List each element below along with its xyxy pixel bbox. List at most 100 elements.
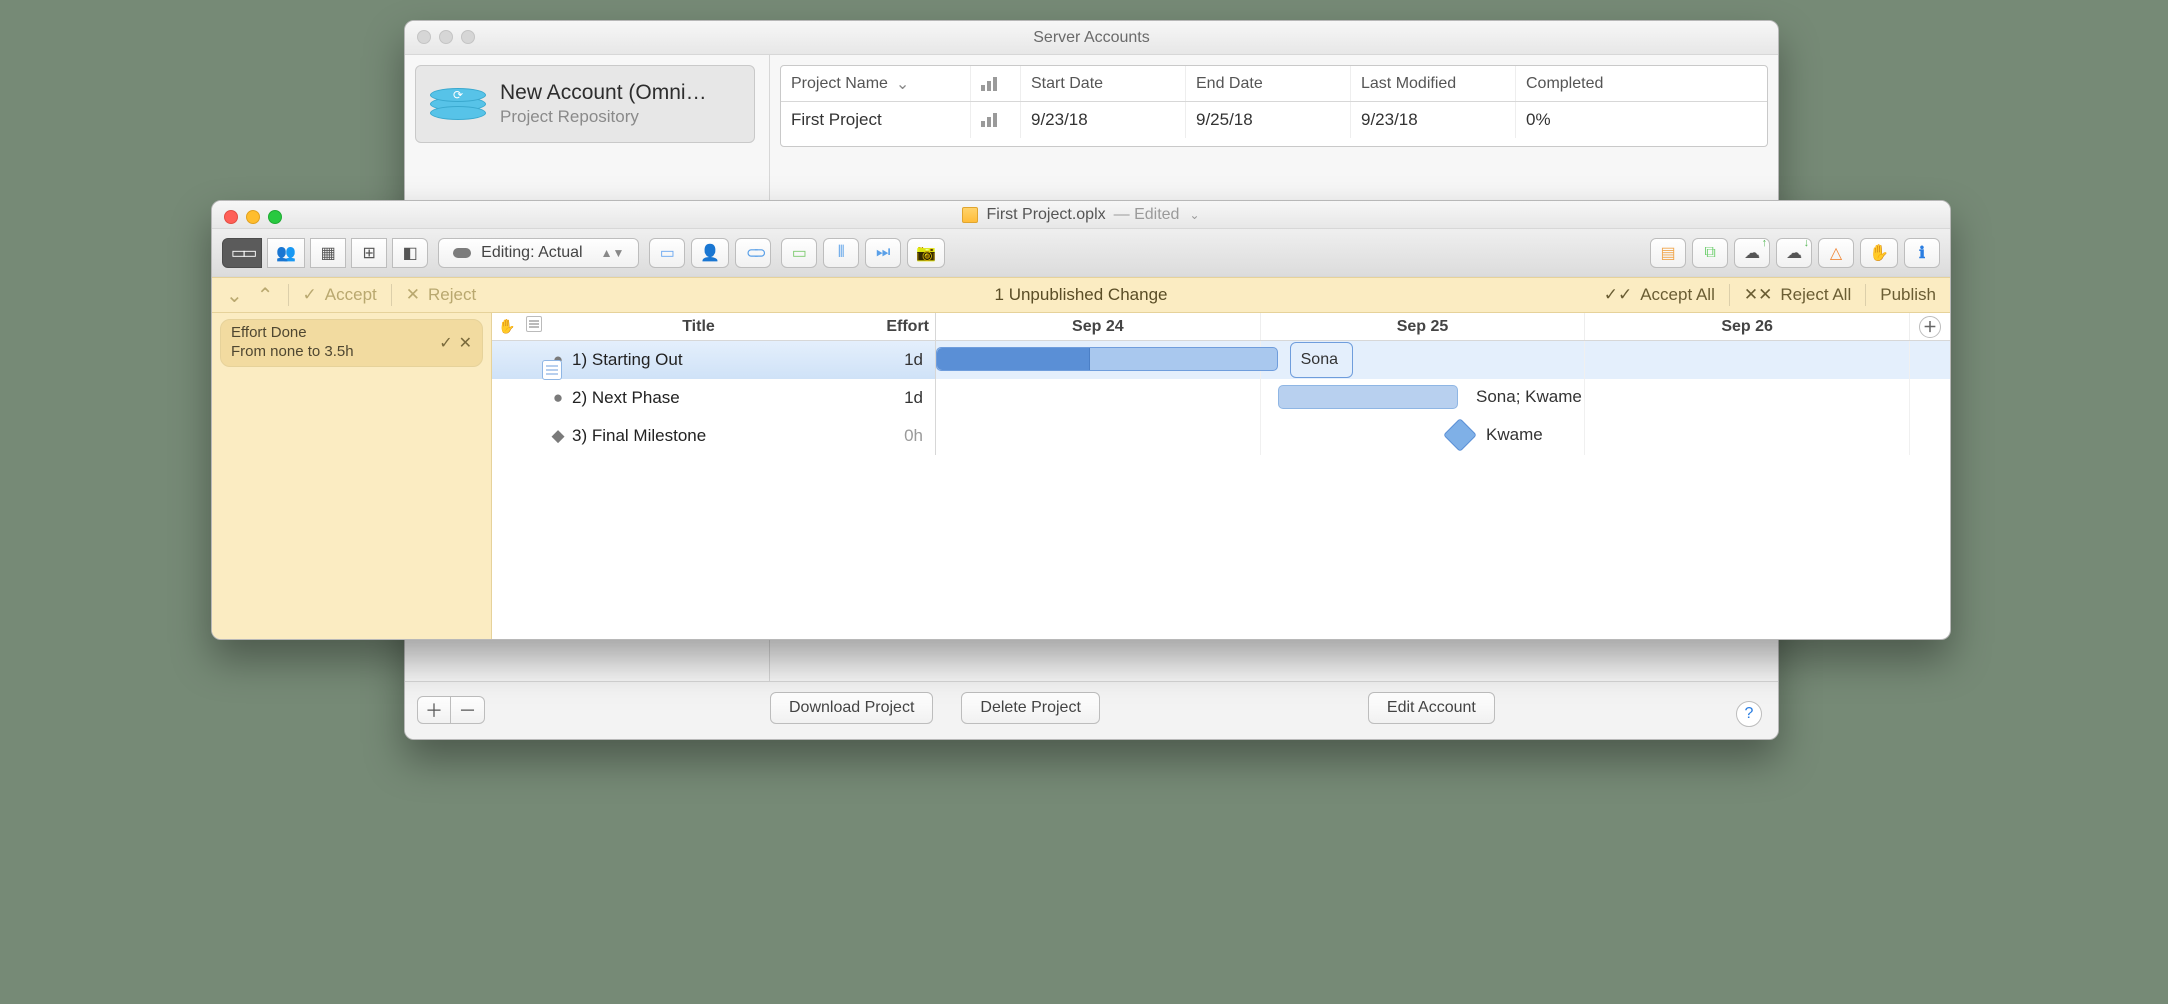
dependency-button[interactable] <box>735 238 771 268</box>
task-effort[interactable]: 0h <box>849 426 935 446</box>
task-title[interactable]: 3) Final Milestone <box>568 426 849 446</box>
delete-project-button[interactable]: Delete Project <box>961 692 1100 724</box>
reject-all-button[interactable]: ✕✕Reject All <box>1744 285 1851 305</box>
traffic-lights <box>224 210 282 224</box>
document-title[interactable]: First Project.oplx — Edited ⌄ <box>962 206 1199 224</box>
project-window: First Project.oplx — Edited ⌄ Editing: A… <box>211 200 1951 640</box>
add-account-button[interactable]: ＋ <box>417 696 451 724</box>
task-row[interactable]: ● 1) Starting Out 1d Sona <box>492 341 1950 379</box>
calendar-view-button[interactable] <box>310 238 346 268</box>
edit-account-button[interactable]: Edit Account <box>1368 692 1495 724</box>
violations-col-icon[interactable]: ✋ <box>492 318 520 335</box>
task-effort[interactable]: 1d <box>849 350 935 370</box>
col-end-date[interactable]: End Date <box>1186 66 1351 101</box>
level-button[interactable] <box>781 238 817 268</box>
task-effort[interactable]: 1d <box>849 388 935 408</box>
catch-up-button[interactable] <box>865 238 901 268</box>
minimize-icon[interactable] <box>246 210 260 224</box>
accept-all-button[interactable]: ✓✓Accept All <box>1604 285 1715 305</box>
task-assignee-label: Sona <box>1290 342 1353 378</box>
titlebar: First Project.oplx — Edited ⌄ <box>212 201 1950 229</box>
change-description: Effort Done From none to 3.5h <box>231 324 354 362</box>
baseline-button[interactable] <box>907 238 945 268</box>
add-task-button[interactable] <box>649 238 685 268</box>
network-view-button[interactable] <box>351 238 387 268</box>
violations-button[interactable] <box>1818 238 1854 268</box>
schedule-tools <box>781 238 945 268</box>
table-row[interactable]: First Project 9/23/18 9/25/18 9/23/18 0% <box>781 102 1767 138</box>
date-col: Sep 25 <box>1261 313 1586 340</box>
task-title[interactable]: 1) Starting Out <box>568 350 849 370</box>
toolbar: Editing: Actual ▲▼ ↑ ↓ <box>212 229 1950 277</box>
window-footer: ＋ － Download Project Delete Project Edit… <box>405 681 1778 739</box>
milestone-marker-icon: ◆ <box>548 426 568 446</box>
cell-project-name: First Project <box>781 102 971 138</box>
inspector-button[interactable] <box>1650 238 1686 268</box>
col-last-modified[interactable]: Last Modified <box>1351 66 1516 101</box>
account-name: New Account (Omni… <box>500 81 707 105</box>
task-assignee-label: Kwame <box>1486 425 1543 445</box>
assign-resource-button[interactable] <box>691 238 729 268</box>
task-bar[interactable]: Sona <box>936 347 1278 371</box>
catch-hand-button[interactable] <box>1860 238 1898 268</box>
editing-mode-selector[interactable]: Editing: Actual ▲▼ <box>438 238 639 268</box>
task-marker-icon: ● <box>548 388 568 408</box>
task-row[interactable]: ● 2) Next Phase 1d Sona; Kwame <box>492 379 1950 417</box>
task-tools <box>649 238 771 268</box>
accept-change-icon[interactable]: ✓ <box>439 333 452 353</box>
split-button[interactable] <box>823 238 859 268</box>
effort-col-header[interactable]: Effort <box>849 318 935 336</box>
task-bar[interactable] <box>1278 385 1458 409</box>
zoom-in-button[interactable]: ＋ <box>1919 316 1941 338</box>
change-tracking-bar: ⌄ ⌃ ✓Accept ✕Reject 1 Unpublished Change… <box>212 277 1950 313</box>
document-name: First Project.oplx <box>986 206 1105 224</box>
next-change-button[interactable]: ⌄ <box>226 283 243 308</box>
title-col-header[interactable]: Title <box>548 318 849 336</box>
changes-button[interactable] <box>1692 238 1728 268</box>
styles-view-button[interactable] <box>392 238 428 268</box>
help-button[interactable]: ? <box>1736 701 1762 727</box>
col-project-name[interactable]: Project Name⌄ <box>781 66 971 101</box>
task-assignee-label: Sona; Kwame <box>1476 387 1582 407</box>
task-title[interactable]: 2) Next Phase <box>568 388 849 408</box>
minimize-icon[interactable] <box>439 30 453 44</box>
notes-col-icon[interactable] <box>520 316 548 337</box>
cell-start-date: 9/23/18 <box>1021 102 1186 138</box>
publish-changes-button[interactable]: Publish <box>1880 285 1936 305</box>
reject-change-button[interactable]: ✕Reject <box>406 285 476 305</box>
close-icon[interactable] <box>224 210 238 224</box>
add-remove-account: ＋ － <box>417 696 485 724</box>
zoom-icon[interactable] <box>461 30 475 44</box>
gantt-view-button[interactable] <box>222 238 262 268</box>
date-col: Sep 26 <box>1585 313 1910 340</box>
resource-view-button[interactable] <box>267 238 305 268</box>
col-completed[interactable]: Completed <box>1516 66 1636 101</box>
download-project-button[interactable]: Download Project <box>770 692 933 724</box>
account-item[interactable]: ⟳ New Account (Omni… Project Repository <box>415 65 755 143</box>
note-icon[interactable] <box>542 360 562 380</box>
accept-change-button[interactable]: ✓Accept <box>303 285 377 305</box>
remove-account-button[interactable]: － <box>451 696 485 724</box>
publish-button[interactable]: ↑ <box>1734 238 1770 268</box>
zoom-icon[interactable] <box>268 210 282 224</box>
task-row[interactable]: ◆ 3) Final Milestone 0h Kwame <box>492 417 1950 455</box>
reject-change-icon[interactable]: ✕ <box>459 333 472 353</box>
chevron-down-icon: ⌄ <box>896 74 909 94</box>
stepper-icon: ▲▼ <box>601 246 625 260</box>
change-item[interactable]: Effort Done From none to 3.5h ✓ ✕ <box>220 319 483 367</box>
right-tools: ↑ ↓ <box>1650 238 1940 268</box>
close-icon[interactable] <box>417 30 431 44</box>
update-button[interactable]: ↓ <box>1776 238 1812 268</box>
signal-icon <box>981 113 997 127</box>
titlebar: Server Accounts <box>405 21 1778 55</box>
zoom-col: ＋ <box>1910 313 1950 340</box>
info-button[interactable] <box>1904 238 1940 268</box>
double-x-icon: ✕✕ <box>1744 285 1773 305</box>
prev-change-button[interactable]: ⌃ <box>257 283 274 308</box>
mode-indicator-icon <box>453 248 471 258</box>
database-icon: ⟳ <box>430 76 486 132</box>
col-signal[interactable] <box>971 66 1021 101</box>
col-start-date[interactable]: Start Date <box>1021 66 1186 101</box>
change-summary: 1 Unpublished Change <box>995 285 1168 305</box>
gantt-view: ✋ Title Effort Sep 24 Sep 25 Sep 26 ＋ <box>492 313 1950 639</box>
